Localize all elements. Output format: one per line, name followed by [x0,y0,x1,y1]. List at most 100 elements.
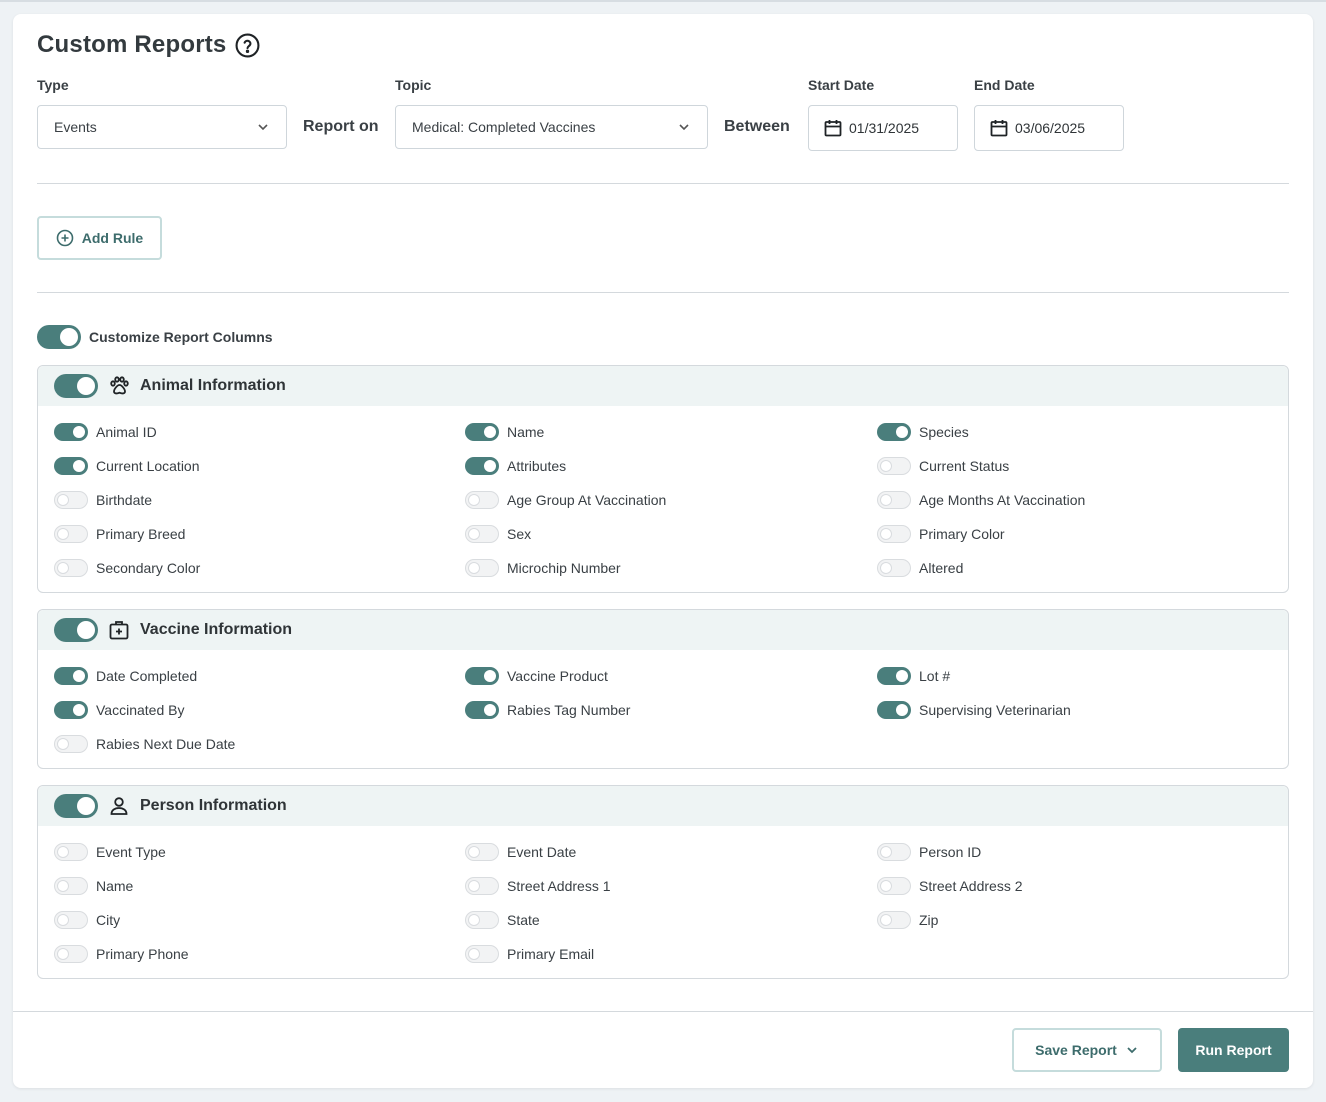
column-option-label: Event Date [507,844,577,860]
column-option-animal-id[interactable]: Animal ID [54,423,157,441]
column-option-secondary-color[interactable]: Secondary Color [54,559,200,577]
column-option-vaccinated-by[interactable]: Vaccinated By [54,701,184,719]
column-toggle[interactable] [54,559,88,577]
column-toggle[interactable] [877,491,911,509]
column-toggle[interactable] [54,667,88,685]
column-option-street-address-1[interactable]: Street Address 1 [465,877,611,895]
column-toggle[interactable] [54,843,88,861]
column-option-label: Name [96,878,134,894]
column-option-label: Person ID [919,844,982,860]
column-toggle[interactable] [465,911,499,929]
column-toggle[interactable] [877,525,911,543]
column-option-label: Event Type [96,844,166,860]
column-toggle[interactable] [877,559,911,577]
column-toggle[interactable] [877,457,911,475]
column-toggle[interactable] [465,491,499,509]
column-option-city[interactable]: City [54,911,120,929]
column-toggle[interactable] [465,525,499,543]
column-option-label: Supervising Veterinarian [919,702,1071,718]
column-option-primary-color[interactable]: Primary Color [877,525,1005,543]
column-toggle[interactable] [465,559,499,577]
section-toggle-person[interactable] [54,794,98,818]
section-vaccine-information: Vaccine Information Date Completed Vaccin… [37,609,1289,769]
column-option-name[interactable]: Name [465,423,544,441]
column-toggle[interactable] [465,877,499,895]
column-toggle[interactable] [54,423,88,441]
column-toggle[interactable] [465,945,499,963]
column-toggle[interactable] [54,491,88,509]
column-toggle[interactable] [54,525,88,543]
column-toggle[interactable] [877,911,911,929]
column-toggle[interactable] [877,423,911,441]
column-option-current-location[interactable]: Current Location [54,457,200,475]
top-divider [0,0,1326,2]
column-toggle[interactable] [54,457,88,475]
column-toggle[interactable] [465,423,499,441]
column-toggle[interactable] [877,843,911,861]
divider [37,292,1289,293]
column-option-primary-breed[interactable]: Primary Breed [54,525,185,543]
column-toggle[interactable] [54,701,88,719]
column-option-current-status[interactable]: Current Status [877,457,1009,475]
save-report-button[interactable]: Save Report [1012,1028,1162,1072]
column-option-event-date[interactable]: Event Date [465,843,576,861]
column-toggle[interactable] [465,701,499,719]
customize-columns-label: Customize Report Columns [89,329,273,345]
column-toggle[interactable] [877,701,911,719]
column-option-microchip-number[interactable]: Microchip Number [465,559,621,577]
calendar-icon [824,120,842,137]
column-option-age-months-at-vaccination[interactable]: Age Months At Vaccination [877,491,1085,509]
footer-divider [13,1011,1313,1012]
column-option-altered[interactable]: Altered [877,559,963,577]
column-option-label: Animal ID [96,424,157,440]
column-option-zip[interactable]: Zip [877,911,938,929]
column-toggle[interactable] [54,945,88,963]
column-toggle[interactable] [54,911,88,929]
column-toggle[interactable] [465,457,499,475]
column-option-supervising-veterinarian[interactable]: Supervising Veterinarian [877,701,1071,719]
customize-columns-toggle[interactable] [37,325,81,349]
column-option-age-group-at-vaccination[interactable]: Age Group At Vaccination [465,491,666,509]
topic-select[interactable]: Medical: Completed Vaccines [395,105,708,149]
column-toggle[interactable] [465,843,499,861]
column-option-event-type[interactable]: Event Type [54,843,166,861]
column-option-rabies-tag-number[interactable]: Rabies Tag Number [465,701,630,719]
section-person-information: Person Information Event Type Event Date P… [37,785,1289,979]
paw-icon [110,376,129,395]
section-toggle-animal[interactable] [54,374,98,398]
column-option-label: Species [919,424,969,440]
column-option-street-address-2[interactable]: Street Address 2 [877,877,1023,895]
section-title: Animal Information [140,377,286,394]
column-option-name[interactable]: Name [54,877,133,895]
add-rule-button[interactable]: Add Rule [37,216,162,260]
column-option-lot[interactable]: Lot # [877,667,950,685]
calendar-icon [990,120,1008,137]
end-date-input[interactable]: 03/06/2025 [974,105,1124,151]
column-toggle[interactable] [877,877,911,895]
column-option-label: Altered [919,560,964,576]
column-option-birthdate[interactable]: Birthdate [54,491,152,509]
column-toggle[interactable] [54,735,88,753]
run-report-button[interactable]: Run Report [1178,1028,1289,1072]
column-option-rabies-next-due-date[interactable]: Rabies Next Due Date [54,735,235,753]
column-option-sex[interactable]: Sex [465,525,531,543]
column-option-primary-email[interactable]: Primary Email [465,945,594,963]
column-option-person-id[interactable]: Person ID [877,843,981,861]
column-toggle[interactable] [877,667,911,685]
column-option-state[interactable]: State [465,911,540,929]
column-option-date-completed[interactable]: Date Completed [54,667,197,685]
question-circle-icon[interactable] [235,33,260,58]
column-option-label: Primary Phone [96,946,189,962]
column-toggle[interactable] [54,877,88,895]
start-date-input[interactable]: 01/31/2025 [808,105,958,151]
type-select[interactable]: Events [37,105,287,149]
section-header: Vaccine Information [38,610,1288,650]
column-option-attributes[interactable]: Attributes [465,457,566,475]
column-option-label: Primary Breed [96,526,186,542]
column-option-species[interactable]: Species [877,423,969,441]
column-option-label: Rabies Tag Number [507,702,631,718]
column-toggle[interactable] [465,667,499,685]
section-toggle-vaccine[interactable] [54,618,98,642]
column-option-vaccine-product[interactable]: Vaccine Product [465,667,608,685]
column-option-primary-phone[interactable]: Primary Phone [54,945,189,963]
